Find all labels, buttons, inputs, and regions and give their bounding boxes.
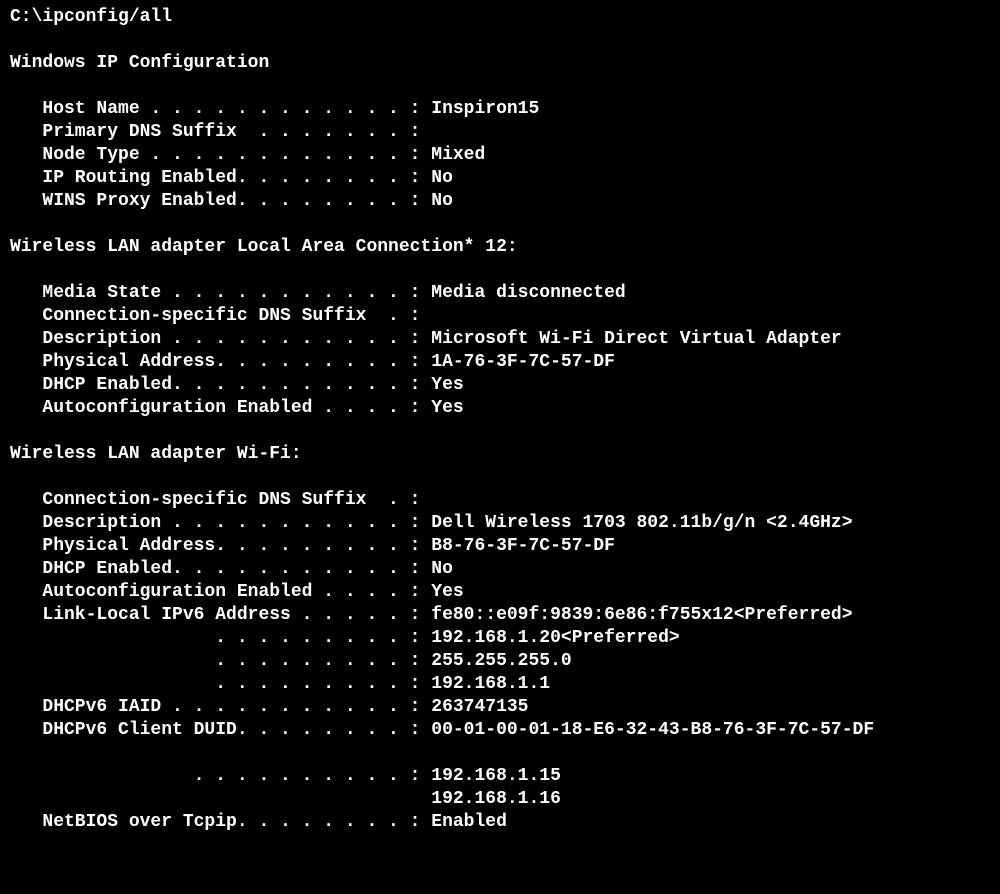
connection-specific-dns-suffix-line: Connection-specific DNS Suffix . : — [10, 490, 420, 510]
ip-config-header: Windows IP Configuration — [10, 53, 269, 73]
ip-routing-enabled-line: IP Routing Enabled. . . . . . . . : No — [10, 168, 453, 188]
primary-dns-suffix-line: Primary DNS Suffix . . . . . . . : — [10, 122, 420, 142]
dns-servers-line-2: 192.168.1.16 — [10, 789, 561, 809]
dhcpv6-client-duid-line: DHCPv6 Client DUID. . . . . . . . : 00-0… — [10, 720, 874, 740]
description-line: Description . . . . . . . . . . . : Micr… — [10, 329, 842, 349]
adapter-header-wifi: Wireless LAN adapter Wi-Fi: — [10, 444, 302, 464]
netbios-over-tcpip-line: NetBIOS over Tcpip. . . . . . . . : Enab… — [10, 812, 507, 832]
physical-address-line: Physical Address. . . . . . . . . : B8-7… — [10, 536, 615, 556]
host-name-line: Host Name . . . . . . . . . . . . : Insp… — [10, 99, 539, 119]
autoconfiguration-enabled-line: Autoconfiguration Enabled . . . . : Yes — [10, 398, 464, 418]
physical-address-line: Physical Address. . . . . . . . . : 1A-7… — [10, 352, 615, 372]
dhcp-enabled-line: DHCP Enabled. . . . . . . . . . . : No — [10, 559, 453, 579]
dhcpv6-iaid-line: DHCPv6 IAID . . . . . . . . . . . : 2637… — [10, 697, 528, 717]
media-state-line: Media State . . . . . . . . . . . : Medi… — [10, 283, 626, 303]
subnet-mask-line: . . . . . . . . . : 255.255.255.0 — [10, 651, 572, 671]
default-gateway-line: . . . . . . . . . : 192.168.1.1 — [10, 674, 550, 694]
adapter-header-local-area-12: Wireless LAN adapter Local Area Connecti… — [10, 237, 518, 257]
link-local-ipv6-address-line: Link-Local IPv6 Address . . . . . : fe80… — [10, 605, 853, 625]
dns-servers-line-1: . . . . . . . . . . : 192.168.1.15 — [10, 766, 561, 786]
command-prompt-line: C:\ipconfig/all — [10, 7, 172, 27]
dhcp-enabled-line: DHCP Enabled. . . . . . . . . . . : Yes — [10, 375, 464, 395]
node-type-line: Node Type . . . . . . . . . . . . : Mixe… — [10, 145, 485, 165]
autoconfiguration-enabled-line: Autoconfiguration Enabled . . . . : Yes — [10, 582, 464, 602]
terminal-output: C:\ipconfig/all Windows IP Configuration… — [0, 0, 1000, 840]
description-line: Description . . . . . . . . . . . : Dell… — [10, 513, 853, 533]
ipv4-address-line: . . . . . . . . . : 192.168.1.20<Preferr… — [10, 628, 680, 648]
wins-proxy-enabled-line: WINS Proxy Enabled. . . . . . . . : No — [10, 191, 453, 211]
connection-specific-dns-suffix-line: Connection-specific DNS Suffix . : — [10, 306, 420, 326]
